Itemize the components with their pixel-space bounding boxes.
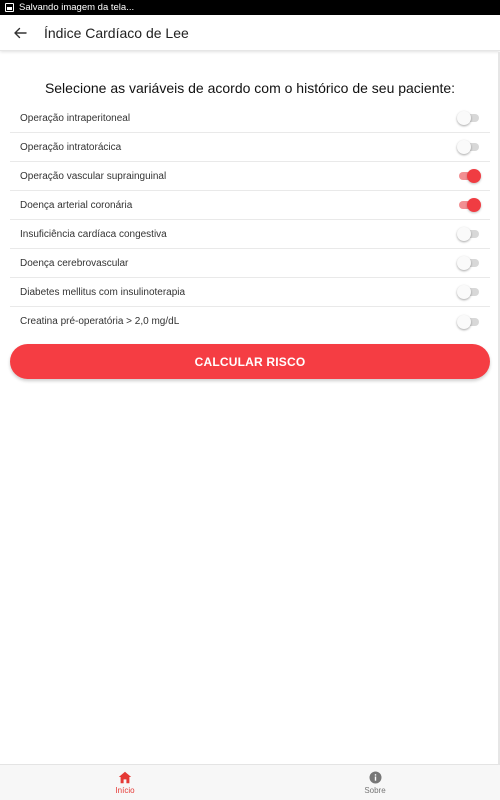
toggle-switch[interactable] [457, 285, 480, 299]
status-text: Salvando imagem da tela... [19, 2, 135, 13]
variables-list: Operação intraperitoneal Operação intrat… [10, 104, 490, 336]
option-row-diabetes: Diabetes mellitus com insulinoterapia [10, 278, 490, 307]
option-label: Operação intratorácica [20, 141, 122, 153]
nav-item-inicio[interactable]: Início [0, 765, 250, 800]
toggle-switch[interactable] [457, 256, 480, 270]
option-row-creatina: Creatina pré-operatória > 2,0 mg/dL [10, 307, 490, 336]
option-label: Operação vascular suprainguinal [20, 170, 167, 182]
calculate-risk-button[interactable]: CALCULAR RISCO [10, 344, 490, 379]
back-arrow-icon [14, 27, 27, 38]
toggle-switch[interactable] [457, 227, 480, 241]
toggle-switch[interactable] [457, 314, 480, 329]
image-icon [5, 3, 14, 12]
option-label: Doença cerebrovascular [20, 257, 129, 269]
toggle-switch[interactable] [457, 111, 480, 125]
home-icon [118, 771, 132, 783]
option-row-intraperitoneal: Operação intraperitoneal [10, 104, 490, 133]
app-bar: Índice Cardíaco de Lee [0, 15, 500, 51]
status-bar: Salvando imagem da tela... [0, 0, 500, 15]
option-row-vascular-suprainguinal: Operação vascular suprainguinal [10, 162, 490, 191]
info-icon [369, 771, 381, 783]
nav-label: Início [115, 785, 135, 795]
option-row-intratoracica: Operação intratorácica [10, 133, 490, 162]
option-row-arterial-coronaria: Doença arterial coronária [10, 191, 490, 220]
nav-item-sobre[interactable]: Sobre [250, 765, 500, 800]
option-label: Creatina pré-operatória > 2,0 mg/dL [20, 316, 180, 327]
bottom-navigation: Início Sobre [0, 764, 500, 800]
option-label: Operação intraperitoneal [20, 112, 131, 124]
option-label: Diabetes mellitus com insulinoterapia [20, 286, 186, 298]
toggle-switch[interactable] [457, 140, 480, 154]
nav-label: Sobre [364, 785, 386, 795]
instructions-heading: Selecione as variáveis de acordo com o h… [44, 80, 456, 96]
page-title: Índice Cardíaco de Lee [44, 24, 189, 41]
option-label: Insuficiência cardíaca congestiva [20, 228, 167, 240]
toggle-switch[interactable] [458, 198, 481, 212]
toggle-switch[interactable] [458, 169, 481, 183]
option-row-cerebrovascular: Doença cerebrovascular [10, 249, 490, 278]
option-label: Doença arterial coronária [20, 199, 133, 211]
option-row-insuficiencia-cardiaca: Insuficiência cardíaca congestiva [10, 220, 490, 249]
back-button[interactable] [0, 15, 40, 51]
